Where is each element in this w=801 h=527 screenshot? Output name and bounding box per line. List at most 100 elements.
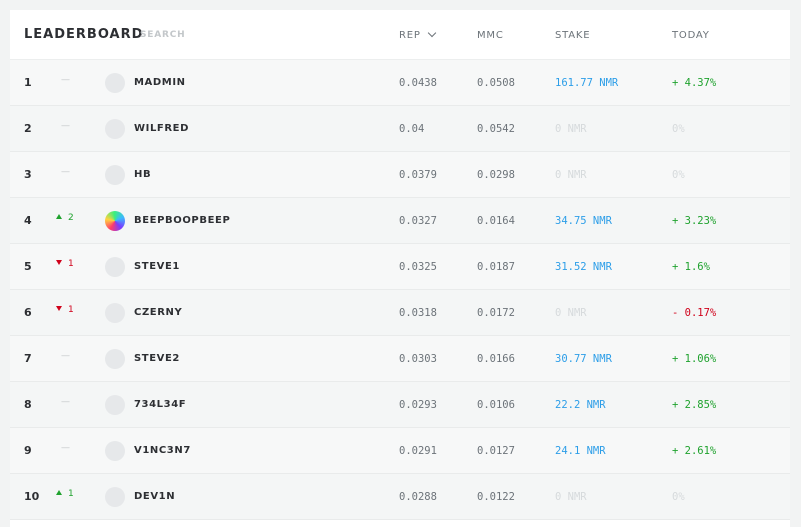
table-row[interactable]: 3 — HB 0.0379 0.0298 0 NMR 0% xyxy=(10,152,790,198)
rank-number: 10 xyxy=(24,490,40,503)
column-header-mmc[interactable]: MMC xyxy=(477,30,504,41)
rank-change: — xyxy=(56,121,70,131)
today-value: 0% xyxy=(672,169,685,181)
today-value: + 2.61% xyxy=(672,445,717,457)
rank-number: 3 xyxy=(24,168,32,181)
table-row[interactable]: 1 — MADMIN 0.0438 0.0508 161.77 NMR + 4.37% xyxy=(10,60,790,106)
chevron-down-icon xyxy=(427,28,436,38)
rep-value: 0.0325 xyxy=(399,261,437,273)
default-avatar-icon[interactable] xyxy=(105,73,125,93)
username-link[interactable]: MADMIN xyxy=(134,77,186,88)
table-row[interactable]: 7 — STEVE2 0.0303 0.0166 30.77 NMR + 1.06% xyxy=(10,336,790,382)
table-row[interactable]: 4 2 BEEPBOOPBEEP 0.0327 0.0164 34.75 NMR + 3.2… xyxy=(10,198,790,244)
table-row[interactable]: 5 1 STEVE1 0.0325 0.0187 31.52 NMR + 1.6% xyxy=(10,244,790,290)
arrow-down-icon xyxy=(56,306,62,311)
default-avatar-icon[interactable] xyxy=(105,395,125,415)
leaderboard-header: LEADERBOARD REP MMC STAKE TODAY xyxy=(10,10,790,60)
rank-change: 1 xyxy=(56,259,74,269)
stake-value: 30.77 NMR xyxy=(555,353,612,365)
default-avatar-icon[interactable] xyxy=(105,487,125,507)
today-value: + 4.37% xyxy=(672,77,717,89)
mmc-value: 0.0127 xyxy=(477,445,515,457)
username-link[interactable]: 734L34F xyxy=(134,399,186,410)
no-change-dash-icon: — xyxy=(61,121,70,131)
username-link[interactable]: WILFRED xyxy=(134,123,189,134)
no-change-dash-icon: — xyxy=(61,167,70,177)
today-value: + 1.06% xyxy=(672,353,717,365)
rep-value: 0.0288 xyxy=(399,491,437,503)
mmc-value: 0.0508 xyxy=(477,77,515,89)
username-link[interactable]: HB xyxy=(134,169,151,180)
rank-change: — xyxy=(56,75,70,85)
today-value: 0% xyxy=(672,123,685,135)
table-row[interactable]: 9 — V1NC3N7 0.0291 0.0127 24.1 NMR + 2.61% xyxy=(10,428,790,474)
arrow-up-icon xyxy=(56,490,62,495)
rank-number: 5 xyxy=(24,260,32,273)
rank-change-value: 1 xyxy=(68,305,74,315)
column-header-rep[interactable]: REP xyxy=(399,28,436,41)
username-link[interactable]: BEEPBOOPBEEP xyxy=(134,215,230,226)
column-header-stake[interactable]: STAKE xyxy=(555,30,590,41)
username-link[interactable]: DEV1N xyxy=(134,491,175,502)
default-avatar-icon[interactable] xyxy=(105,441,125,461)
stake-value: 161.77 NMR xyxy=(555,77,619,89)
rep-value: 0.0293 xyxy=(399,399,437,411)
stake-value: 0 NMR xyxy=(555,307,587,319)
default-avatar-icon[interactable] xyxy=(105,165,125,185)
table-row[interactable]: 6 1 CZERNY 0.0318 0.0172 0 NMR - 0.17% xyxy=(10,290,790,336)
table-row[interactable]: 10 1 DEV1N 0.0288 0.0122 0 NMR 0% xyxy=(10,474,790,520)
stake-value: 0 NMR xyxy=(555,123,587,135)
gradient-avatar-icon[interactable] xyxy=(105,211,125,231)
rank-change: 1 xyxy=(56,489,74,499)
mmc-value: 0.0166 xyxy=(477,353,515,365)
rank-change: — xyxy=(56,443,70,453)
stake-value: 24.1 NMR xyxy=(555,445,606,457)
rank-change: 1 xyxy=(56,305,74,315)
rep-value: 0.0327 xyxy=(399,215,437,227)
today-value: + 2.85% xyxy=(672,399,717,411)
leaderboard-panel: LEADERBOARD REP MMC STAKE TODAY 1 — MADMIN… xyxy=(10,10,790,527)
username-link[interactable]: STEVE1 xyxy=(134,261,180,272)
mmc-value: 0.0106 xyxy=(477,399,515,411)
stake-value: 0 NMR xyxy=(555,491,587,503)
mmc-value: 0.0542 xyxy=(477,123,515,135)
rank-change: — xyxy=(56,167,70,177)
rank-change-value: 1 xyxy=(68,259,74,269)
rank-change: 2 xyxy=(56,213,74,223)
mmc-value: 0.0298 xyxy=(477,169,515,181)
default-avatar-icon[interactable] xyxy=(105,257,125,277)
search-input[interactable] xyxy=(140,30,260,40)
no-change-dash-icon: — xyxy=(61,397,70,407)
leaderboard-table: 1— MADMIN 0.0438 0.0508 161.77 NMR + 4.37% 2— W… xyxy=(10,60,790,520)
table-row[interactable]: 8 — 734L34F 0.0293 0.0106 22.2 NMR + 2.85% xyxy=(10,382,790,428)
arrow-up-icon xyxy=(56,214,62,219)
column-header-rep-label: REP xyxy=(399,30,421,41)
rep-value: 0.0303 xyxy=(399,353,437,365)
table-row[interactable]: 2 — WILFRED 0.04 0.0542 0 NMR 0% xyxy=(10,106,790,152)
mmc-value: 0.0164 xyxy=(477,215,515,227)
rank-change: — xyxy=(56,351,70,361)
username-link[interactable]: CZERNY xyxy=(134,307,182,318)
page-title: LEADERBOARD xyxy=(24,27,144,42)
column-header-today[interactable]: TODAY xyxy=(672,30,710,41)
rank-change-value: 2 xyxy=(68,213,74,223)
stake-value: 0 NMR xyxy=(555,169,587,181)
default-avatar-icon[interactable] xyxy=(105,349,125,369)
rank-number: 7 xyxy=(24,352,32,365)
stake-value: 34.75 NMR xyxy=(555,215,612,227)
no-change-dash-icon: — xyxy=(61,443,70,453)
mmc-value: 0.0122 xyxy=(477,491,515,503)
rep-value: 0.0291 xyxy=(399,445,437,457)
rank-change: — xyxy=(56,397,70,407)
rep-value: 0.0379 xyxy=(399,169,437,181)
rank-number: 4 xyxy=(24,214,32,227)
rank-number: 2 xyxy=(24,122,32,135)
default-avatar-icon[interactable] xyxy=(105,119,125,139)
rep-value: 0.0318 xyxy=(399,307,437,319)
mmc-value: 0.0172 xyxy=(477,307,515,319)
rank-number: 6 xyxy=(24,306,32,319)
username-link[interactable]: V1NC3N7 xyxy=(134,445,191,456)
username-link[interactable]: STEVE2 xyxy=(134,353,180,364)
stake-value: 22.2 NMR xyxy=(555,399,606,411)
default-avatar-icon[interactable] xyxy=(105,303,125,323)
